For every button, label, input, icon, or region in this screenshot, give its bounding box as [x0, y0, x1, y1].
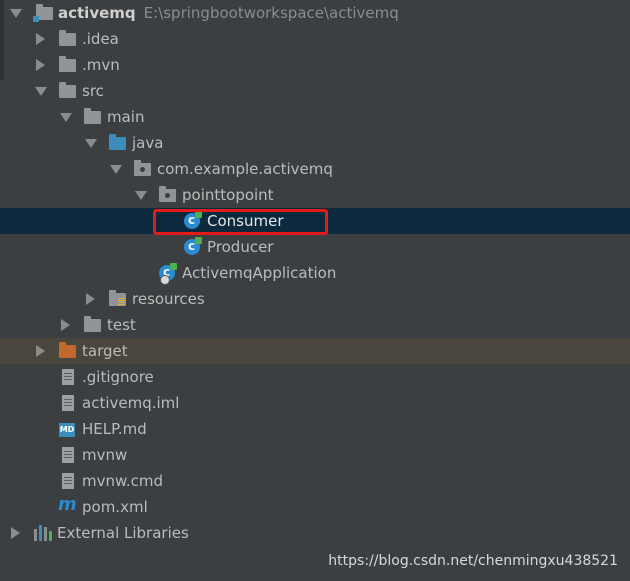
tree-row-idea[interactable]: .idea — [0, 26, 630, 52]
chevron-right-icon[interactable] — [86, 293, 95, 305]
tree-item-label: .gitignore — [82, 368, 154, 386]
tree-item-label: pointtopoint — [182, 186, 274, 204]
file-icon — [62, 473, 74, 489]
tree-row-main[interactable]: main — [0, 104, 630, 130]
tree-row-producer[interactable]: Producer — [0, 233, 630, 260]
tree-item-label: com.example.activemq — [157, 160, 333, 178]
folder-icon — [84, 316, 101, 332]
tree-item-label: .mvn — [82, 56, 120, 74]
chevron-down-icon[interactable] — [10, 9, 22, 18]
package-icon — [134, 160, 151, 176]
tree-item-label: test — [107, 316, 136, 334]
tree-row-help[interactable]: MD HELP.md — [0, 416, 630, 442]
tree-item-label: Producer — [207, 238, 274, 256]
tree-item-label: .idea — [82, 30, 119, 48]
tree-item-label: External Libraries — [57, 524, 189, 542]
tree-row-pointtopoint[interactable]: pointtopoint — [0, 182, 630, 208]
chevron-right-icon[interactable] — [36, 59, 45, 71]
tree-row-iml[interactable]: activemq.iml — [0, 390, 630, 416]
project-path: E:\springbootworkspace\activemq — [143, 4, 399, 22]
tree-row-java[interactable]: java — [0, 130, 630, 156]
tree-row-external-libraries[interactable]: External Libraries — [0, 520, 630, 546]
file-icon — [62, 447, 74, 463]
chevron-down-icon[interactable] — [135, 191, 147, 200]
spring-boot-application-icon — [159, 259, 177, 285]
folder-icon — [59, 30, 76, 46]
tree-item-label: HELP.md — [82, 420, 147, 438]
project-name: activemq — [58, 4, 136, 22]
chevron-down-icon[interactable] — [60, 113, 72, 122]
tree-item-label: resources — [132, 290, 205, 308]
tree-row-target[interactable]: target — [0, 338, 630, 364]
folder-icon — [59, 56, 76, 72]
tree-item-label: pom.xml — [82, 498, 148, 516]
tree-row-test[interactable]: test — [0, 312, 630, 338]
tree-item-label: src — [82, 82, 104, 100]
module-file-icon — [62, 395, 74, 411]
tree-item-label: mvnw — [82, 446, 128, 464]
tree-item-label: ActivemqApplication — [182, 264, 337, 282]
tree-row-project-root[interactable]: activemq E:\springbootworkspace\activemq — [0, 0, 630, 26]
tree-row-pom[interactable]: m pom.xml — [0, 494, 630, 520]
chevron-right-icon[interactable] — [11, 527, 20, 539]
tree-row-mvnw-cmd[interactable]: mvnw.cmd — [0, 468, 630, 494]
chevron-right-icon[interactable] — [36, 345, 45, 357]
tree-item-label: target — [82, 342, 128, 360]
highlight-box — [153, 209, 328, 235]
file-icon — [62, 369, 74, 385]
watermark: https://blog.csdn.net/chenmingxu438521 — [328, 553, 618, 569]
tree-item-label: main — [107, 108, 145, 126]
tree-row-application[interactable]: ActivemqApplication — [0, 259, 630, 286]
markdown-icon: MD — [59, 423, 75, 437]
chevron-down-icon[interactable] — [110, 165, 122, 174]
resources-folder-icon — [109, 290, 126, 306]
package-icon — [159, 186, 176, 202]
tree-row-src[interactable]: src — [0, 78, 630, 104]
chevron-down-icon[interactable] — [85, 139, 97, 148]
libraries-icon — [34, 525, 52, 541]
tree-row-gitignore[interactable]: .gitignore — [0, 364, 630, 390]
chevron-down-icon[interactable] — [35, 87, 47, 96]
project-tree: activemq E:\springbootworkspace\activemq … — [0, 0, 630, 546]
folder-icon — [59, 82, 76, 98]
tree-item-label: java — [132, 134, 164, 152]
tree-item-label: mvnw.cmd — [82, 472, 164, 490]
chevron-right-icon[interactable] — [36, 33, 45, 45]
folder-icon — [84, 108, 101, 124]
source-folder-icon — [109, 134, 126, 150]
maven-icon: m — [58, 494, 77, 515]
tree-row-resources[interactable]: resources — [0, 286, 630, 312]
tree-row-mvn[interactable]: .mvn — [0, 52, 630, 78]
module-folder-icon — [33, 4, 53, 22]
chevron-right-icon[interactable] — [61, 319, 70, 331]
excluded-folder-icon — [59, 342, 76, 358]
tree-item-label: activemq.iml — [82, 394, 180, 412]
tree-row-mvnw[interactable]: mvnw — [0, 442, 630, 468]
class-icon — [184, 233, 202, 259]
tree-row-package[interactable]: com.example.activemq — [0, 156, 630, 182]
